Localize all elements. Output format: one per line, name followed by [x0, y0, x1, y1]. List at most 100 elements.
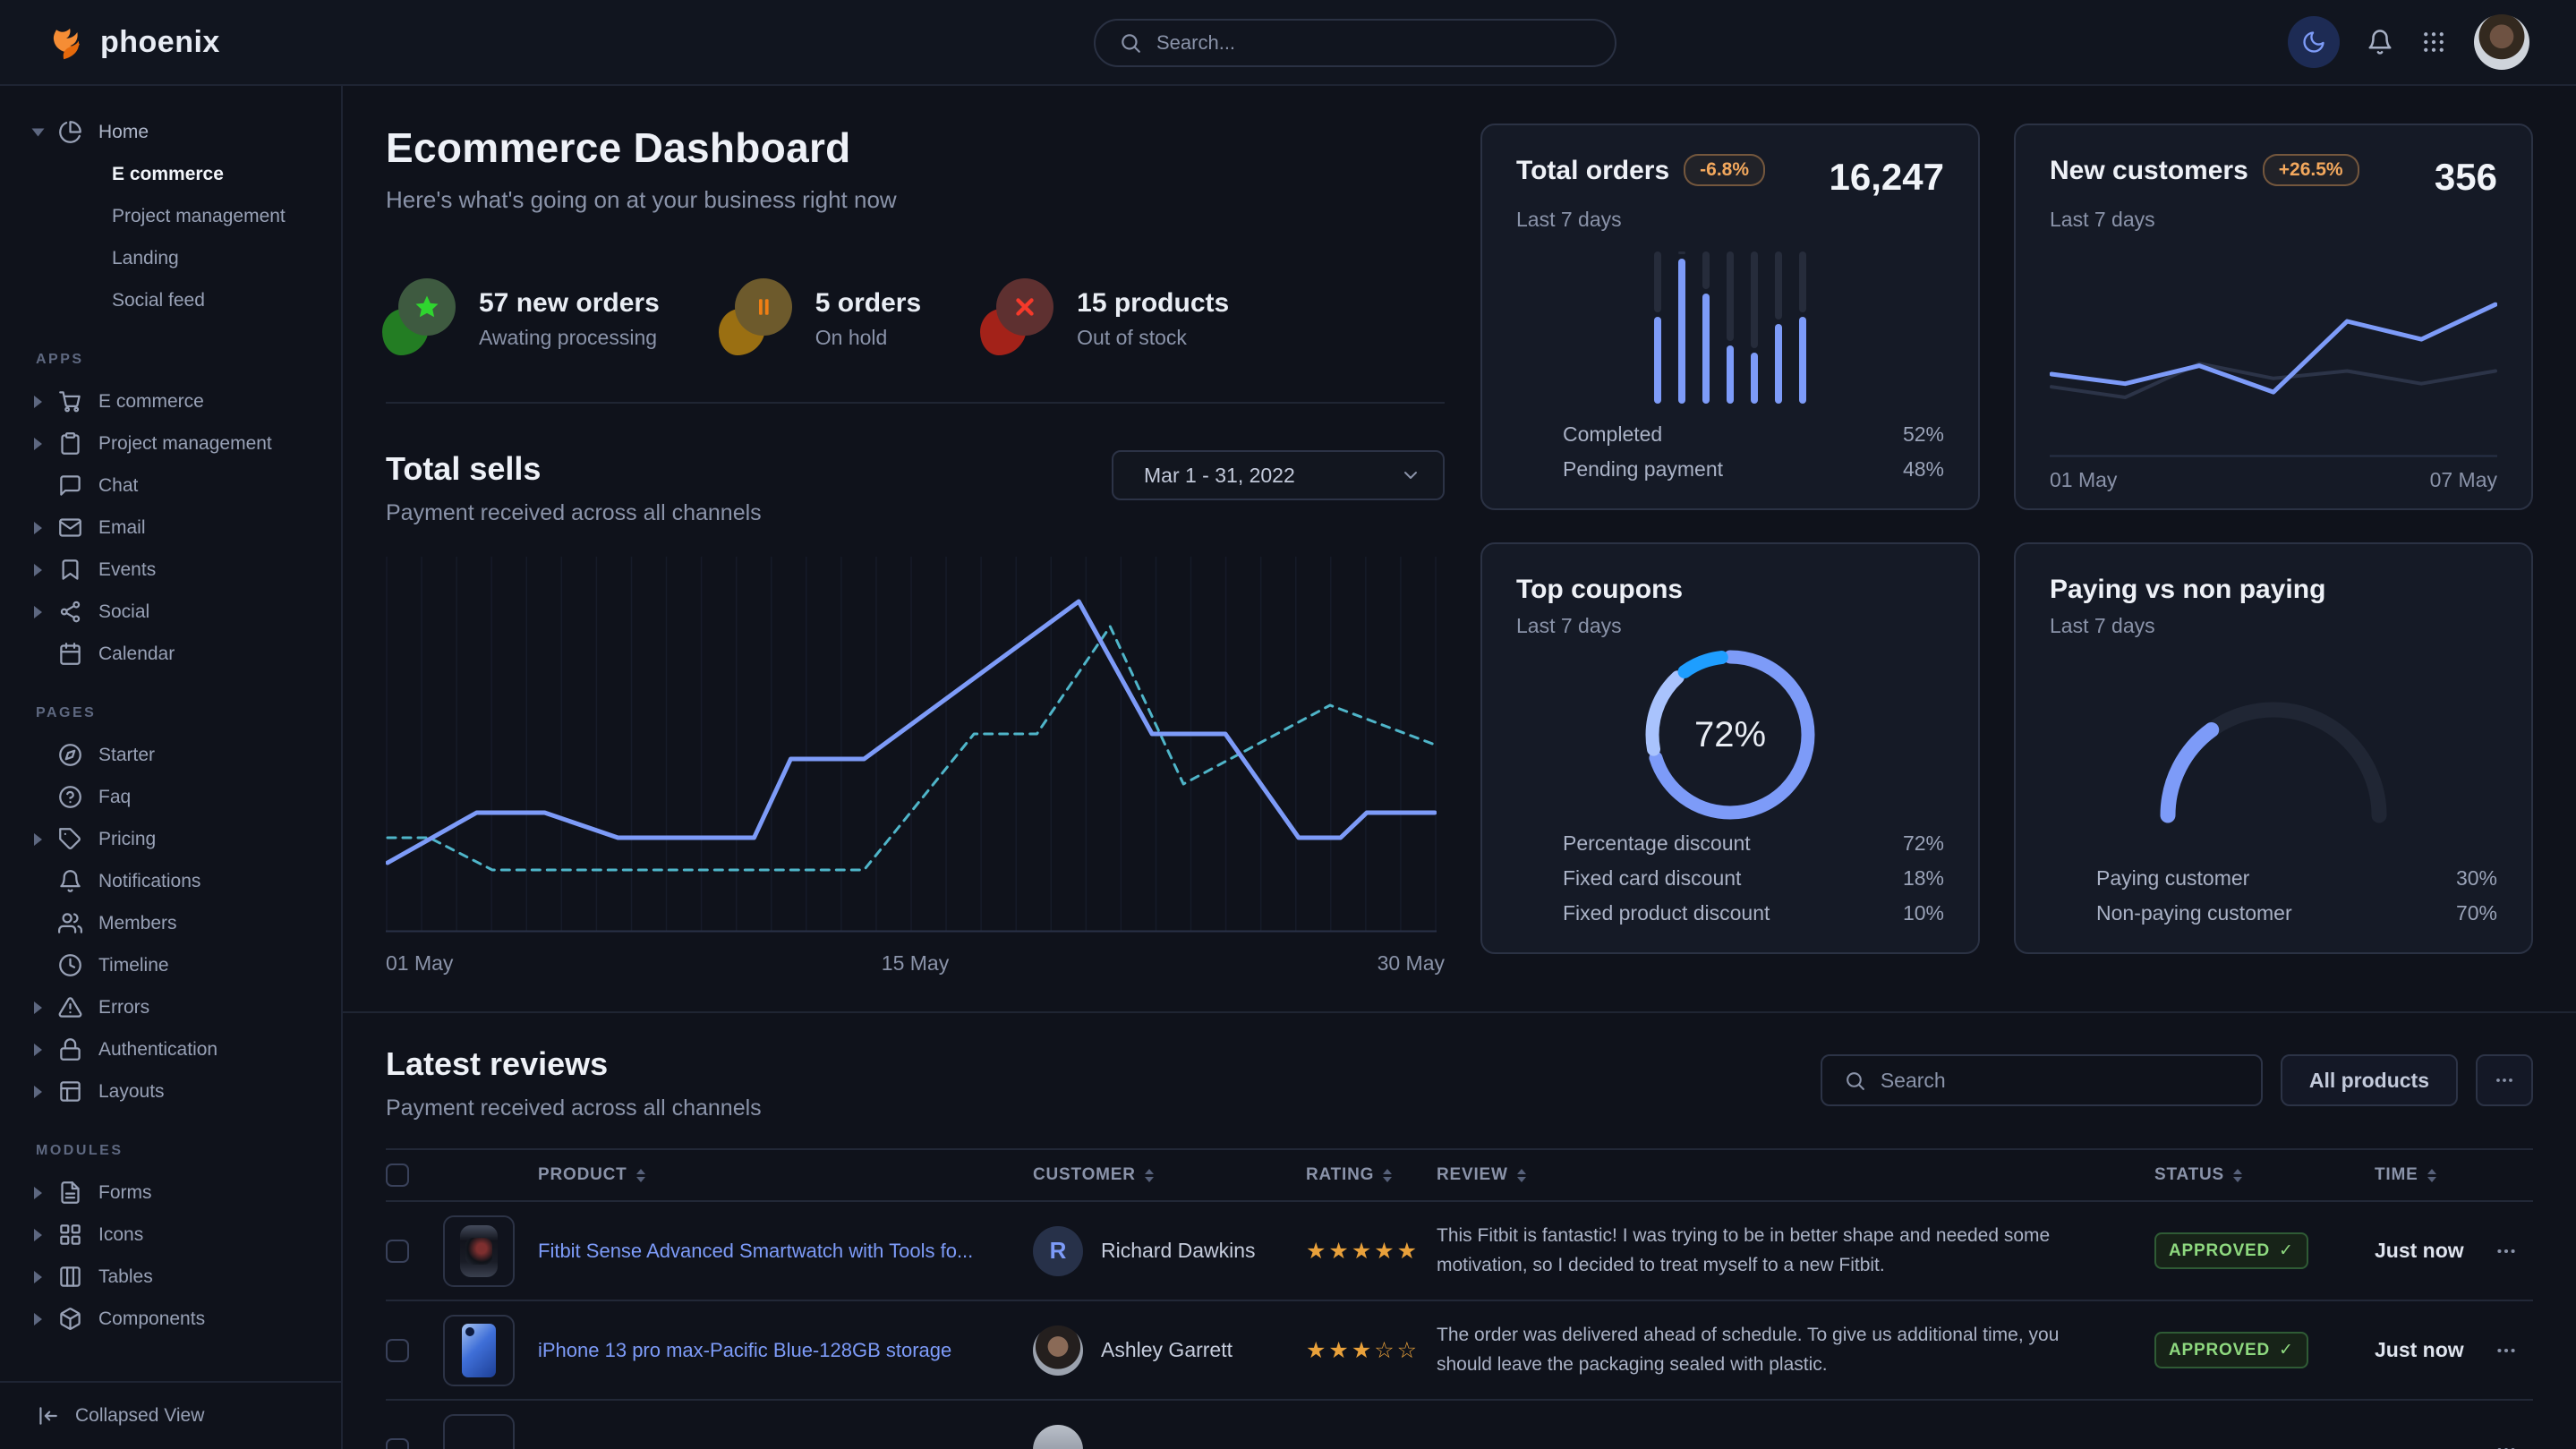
customer-cell[interactable]	[1033, 1425, 1306, 1449]
row-more-button[interactable]	[2480, 1339, 2532, 1362]
sidebar-item-label: Email	[98, 517, 146, 539]
product-thumbnail[interactable]	[443, 1215, 515, 1287]
select-all-checkbox[interactable]	[386, 1163, 409, 1187]
bell-icon	[58, 869, 82, 893]
product-thumbnail[interactable]	[443, 1315, 515, 1386]
customer-cell[interactable]: Ashley Garrett	[1033, 1325, 1306, 1376]
grid-icon	[58, 1223, 82, 1247]
sidebar-item[interactable]: Icons	[0, 1214, 341, 1256]
sidebar-item-label: Members	[98, 913, 177, 934]
sidebar-item[interactable]: Tables	[0, 1256, 341, 1298]
date-range-picker[interactable]: Mar 1 - 31, 2022	[1112, 450, 1445, 500]
caret-right-icon	[34, 1229, 42, 1241]
stat-icon	[722, 278, 792, 359]
column-header[interactable]: PRODUCT	[538, 1165, 1033, 1185]
main-content: Ecommerce Dashboard Here's what's going …	[343, 86, 2576, 1449]
legend-label: Paying customer	[2096, 866, 2249, 891]
legend-swatch	[1516, 872, 1547, 885]
sidebar-item[interactable]: E commerce	[0, 380, 341, 422]
total-sells-chart: 01 May 15 May 30 May	[386, 557, 1445, 976]
total-sells-x-labels: 01 May 15 May 30 May	[386, 951, 1445, 976]
caret-right-icon	[34, 1044, 42, 1056]
column-header[interactable]: STATUS	[2154, 1165, 2375, 1185]
column-header[interactable]: TIME	[2375, 1165, 2480, 1185]
sidebar: Home E commerce Project management Landi…	[0, 86, 343, 1449]
tag-icon	[58, 827, 82, 851]
sidebar-section-title: MODULES	[36, 1143, 341, 1159]
reviews-search-input[interactable]: Search	[1821, 1054, 2263, 1106]
sidebar-item[interactable]: Notifications	[0, 860, 341, 902]
product-link[interactable]: iPhone 13 pro max-Pacific Blue-128GB sto…	[538, 1339, 1033, 1362]
row-checkbox[interactable]	[386, 1240, 409, 1263]
legend-value: 10%	[1903, 901, 1944, 925]
mail-icon	[58, 516, 82, 540]
sidebar-item[interactable]: Project management	[0, 422, 341, 465]
legend-value: 18%	[1903, 866, 1944, 891]
sidebar-item[interactable]: Timeline	[0, 944, 341, 986]
caret-right-icon	[34, 833, 42, 846]
sidebar-item[interactable]: Forms	[0, 1172, 341, 1214]
sidebar-item[interactable]: Faq	[0, 776, 341, 818]
legend-value: 52%	[1903, 422, 1944, 447]
row-checkbox[interactable]	[386, 1438, 409, 1449]
sidebar-item[interactable]: Email	[0, 507, 341, 549]
sidebar-item[interactable]: Errors	[0, 986, 341, 1028]
column-header[interactable]: RATING	[1306, 1165, 1437, 1185]
sidebar-item[interactable]: Authentication	[0, 1028, 341, 1070]
row-more-button[interactable]	[2480, 1240, 2532, 1263]
theme-toggle-button[interactable]	[2288, 16, 2340, 68]
notifications-button[interactable]	[2367, 29, 2393, 55]
column-header[interactable]: REVIEW	[1437, 1165, 2154, 1185]
bookmark-icon	[58, 558, 82, 582]
bell-icon	[2367, 29, 2393, 55]
date-range-value: Mar 1 - 31, 2022	[1144, 464, 1295, 488]
x-label: 15 May	[882, 951, 949, 976]
reviews-more-button[interactable]	[2476, 1054, 2533, 1106]
sidebar-subitem[interactable]: Social feed	[0, 279, 341, 321]
orders-legend: Completed 52% Pending payment 48%	[1516, 422, 1944, 482]
product-link[interactable]: Fitbit Sense Advanced Smartwatch with To…	[538, 1240, 1033, 1263]
paying-gauge-chart	[2139, 681, 2408, 824]
sidebar-item-label: Starter	[98, 745, 155, 766]
sidebar-subitem[interactable]: Project management	[0, 195, 341, 237]
sidebar-item[interactable]: Chat	[0, 465, 341, 507]
apps-grid-button[interactable]	[2420, 29, 2447, 55]
caret-down-icon	[32, 128, 45, 136]
sort-icon	[1145, 1169, 1154, 1182]
sidebar-item[interactable]: Starter	[0, 734, 341, 776]
total-sells-chart-svg	[386, 557, 1437, 933]
trend-badge: -6.8%	[1684, 154, 1765, 186]
more-icon	[2495, 1339, 2518, 1362]
sidebar-item[interactable]: Events	[0, 549, 341, 591]
search-icon	[1844, 1070, 1866, 1092]
total-orders-card: Total orders -6.8% 16,247 Last 7 days Co…	[1480, 124, 1980, 510]
flame-logo-icon	[47, 22, 86, 62]
customer-cell[interactable]: R Richard Dawkins	[1033, 1226, 1306, 1276]
row-more-button[interactable]	[2480, 1438, 2532, 1449]
sidebar-item[interactable]: Members	[0, 902, 341, 944]
legend-value: 30%	[2456, 866, 2497, 891]
column-header[interactable]: CUSTOMER	[1033, 1165, 1306, 1185]
sidebar-item[interactable]: Layouts	[0, 1070, 341, 1112]
user-avatar[interactable]	[2474, 14, 2529, 70]
sidebar-subitem[interactable]: E commerce	[0, 153, 341, 195]
reviews-table: PRODUCT CUSTOMER RATING	[386, 1148, 2533, 1449]
sidebar-item-home[interactable]: Home	[0, 111, 341, 153]
sidebar-subitem[interactable]: Landing	[0, 237, 341, 279]
caret-right-icon	[34, 1313, 42, 1325]
row-checkbox[interactable]	[386, 1339, 409, 1362]
collapse-sidebar-button[interactable]: Collapsed View	[0, 1381, 341, 1449]
global-search-input[interactable]: Search...	[1094, 19, 1616, 67]
sidebar-item[interactable]: Pricing	[0, 818, 341, 860]
review-time: Just now	[2375, 1338, 2480, 1362]
brand[interactable]: phoenix	[47, 22, 220, 62]
star-fill-icon	[414, 294, 440, 320]
compass-icon	[58, 743, 82, 767]
card-value: 356	[2435, 156, 2497, 199]
table-row: Fitbit Sense Advanced Smartwatch with To…	[386, 1202, 2533, 1301]
sidebar-item[interactable]: Components	[0, 1298, 341, 1340]
sidebar-item[interactable]: Calendar	[0, 633, 341, 675]
sidebar-item[interactable]: Social	[0, 591, 341, 633]
all-products-filter-button[interactable]: All products	[2281, 1054, 2458, 1106]
product-thumbnail[interactable]	[443, 1414, 515, 1449]
